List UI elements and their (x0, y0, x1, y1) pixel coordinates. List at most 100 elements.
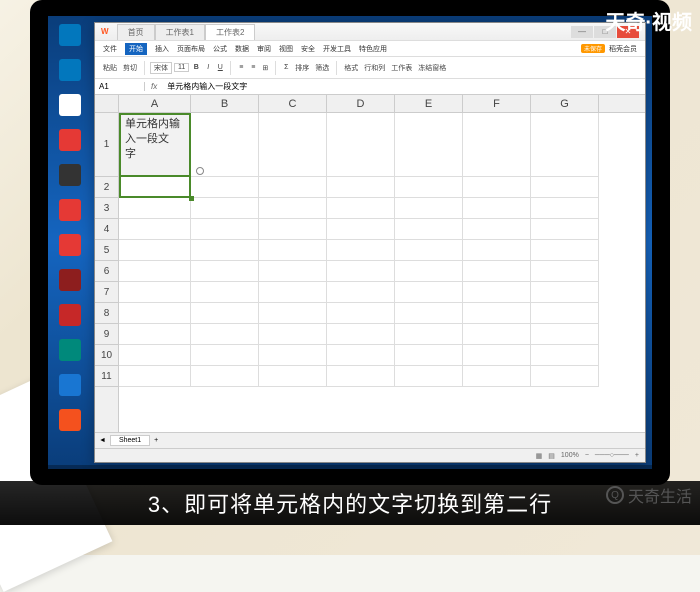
font-select[interactable]: 宋体 (150, 62, 172, 74)
row-header-4[interactable]: 4 (95, 219, 118, 240)
col-header-F[interactable]: F (463, 95, 531, 112)
app-logo-icon: W (101, 27, 109, 36)
menu-formula[interactable]: 公式 (213, 44, 227, 54)
underline-button[interactable]: U (215, 63, 225, 72)
row-header-10[interactable]: 10 (95, 345, 118, 366)
tab-doc1[interactable]: 工作表1 (155, 24, 205, 40)
sheet-area: A B C D E F G 1 2 3 4 5 6 7 (95, 95, 645, 432)
row-header-8[interactable]: 8 (95, 303, 118, 324)
desktop-icon[interactable] (52, 339, 88, 371)
unsaved-badge: 未保存 (581, 44, 605, 53)
select-all-corner[interactable] (95, 95, 119, 112)
menu-dev[interactable]: 开发工具 (323, 44, 351, 54)
row-header-1[interactable]: 1 (95, 113, 118, 177)
desktop-icon[interactable] (52, 199, 88, 231)
menu-start[interactable]: 开始 (125, 43, 147, 55)
column-headers: A B C D E F G (95, 95, 645, 113)
titlebar: W 首页 工作表1 工作表2 — □ ✕ (95, 23, 645, 41)
cell-A1-selected[interactable]: 单元格内输 入一段文 字 (119, 113, 191, 177)
watermark-icon: Q (606, 486, 624, 504)
tab-doc2-active[interactable]: 工作表2 (205, 24, 255, 40)
watermark-bottom-text: 天奇生活 (628, 483, 692, 507)
row-header-7[interactable]: 7 (95, 282, 118, 303)
watermark-bottom-right: Q 天奇生活 (606, 483, 692, 507)
desktop-taskbar[interactable] (48, 465, 652, 469)
sheet-tab-1[interactable]: Sheet1 (110, 435, 150, 446)
desktop-icon[interactable] (52, 164, 88, 196)
zoom-slider[interactable]: ───○─── (595, 452, 629, 459)
sum-button[interactable]: Σ (281, 63, 291, 72)
sort-button[interactable]: 排序 (293, 62, 311, 74)
view-normal-icon[interactable]: ▦ (536, 452, 543, 460)
monitor-frame: W 首页 工作表1 工作表2 — □ ✕ 文件 开始 插入 页面布局 公式 (30, 0, 670, 485)
row-header-11[interactable]: 11 (95, 366, 118, 387)
row-header-5[interactable]: 5 (95, 240, 118, 261)
desktop-icon[interactable] (52, 129, 88, 161)
menu-review[interactable]: 审阅 (257, 44, 271, 54)
menu-special[interactable]: 特色应用 (359, 44, 387, 54)
member-link[interactable]: 稻壳会员 (609, 44, 637, 54)
cut-button[interactable]: 剪切 (121, 62, 139, 74)
align-left-icon[interactable]: ≡ (236, 63, 246, 72)
menu-file[interactable]: 文件 (103, 44, 117, 54)
sheet-nav-prev-icon[interactable]: ◄ (99, 437, 106, 444)
desktop-icon[interactable] (52, 409, 88, 441)
bold-button[interactable]: B (191, 63, 201, 72)
zoom-in-icon[interactable]: + (635, 452, 639, 459)
merge-button[interactable]: ⊞ (260, 63, 270, 73)
col-header-D[interactable]: D (327, 95, 395, 112)
paste-button[interactable]: 粘贴 (101, 62, 119, 74)
col-header-B[interactable]: B (191, 95, 259, 112)
filter-button[interactable]: 筛选 (313, 62, 331, 74)
col-header-A[interactable]: A (119, 95, 191, 112)
row-header-3[interactable]: 3 (95, 198, 118, 219)
row-header-2[interactable]: 2 (95, 177, 118, 198)
tab-home[interactable]: 首页 (117, 24, 155, 40)
menubar: 文件 开始 插入 页面布局 公式 数据 审阅 视图 安全 开发工具 特色应用 未… (95, 41, 645, 57)
menu-insert[interactable]: 插入 (155, 44, 169, 54)
formula-input[interactable]: 单元格内输入一段文字 (163, 81, 645, 92)
sheet-tabs: ◄ Sheet1 + (95, 432, 645, 448)
desktop-icon[interactable] (52, 374, 88, 406)
add-sheet-icon[interactable]: + (154, 437, 158, 444)
desktop-icons-column (52, 24, 88, 441)
align-center-icon[interactable]: ≡ (248, 63, 258, 72)
zoom-level[interactable]: 100% (561, 452, 579, 459)
sheet-button[interactable]: 工作表 (389, 62, 414, 74)
row-header-9[interactable]: 9 (95, 324, 118, 345)
col-header-G[interactable]: G (531, 95, 599, 112)
selection-extension (119, 177, 191, 198)
sheet-body: 1 2 3 4 5 6 7 8 9 10 11 (95, 113, 645, 432)
format-button[interactable]: 格式 (342, 62, 360, 74)
rowcol-button[interactable]: 行和列 (362, 62, 387, 74)
view-page-icon[interactable]: ▤ (548, 452, 555, 460)
desktop-screen: W 首页 工作表1 工作表2 — □ ✕ 文件 开始 插入 页面布局 公式 (48, 16, 652, 469)
name-box[interactable]: A1 (95, 82, 145, 91)
fx-icon[interactable]: fx (145, 82, 163, 91)
menu-data[interactable]: 数据 (235, 44, 249, 54)
desktop-icon[interactable] (52, 304, 88, 336)
watermark-top-right: 天奇·视频 (605, 6, 692, 35)
row-header-6[interactable]: 6 (95, 261, 118, 282)
minimize-button[interactable]: — (571, 26, 593, 38)
menu-page[interactable]: 页面布局 (177, 44, 205, 54)
desktop-icon[interactable] (52, 269, 88, 301)
italic-button[interactable]: I (203, 63, 213, 72)
formula-bar: A1 fx 单元格内输入一段文字 (95, 79, 645, 95)
menu-view[interactable]: 视图 (279, 44, 293, 54)
desktop-icon[interactable] (52, 24, 88, 56)
toolbar: 粘贴 剪切 宋体 11 B I U ≡ ≡ ⊞ (95, 57, 645, 79)
fill-handle[interactable] (189, 196, 194, 201)
fontsize-select[interactable]: 11 (174, 63, 189, 72)
freeze-button[interactable]: 冻结窗格 (416, 62, 448, 74)
desktop-icon[interactable] (52, 59, 88, 91)
zoom-out-icon[interactable]: − (585, 452, 589, 459)
desktop-icon[interactable] (52, 94, 88, 126)
menu-security[interactable]: 安全 (301, 44, 315, 54)
cell-grid[interactable]: 单元格内输 入一段文 字 (119, 113, 645, 432)
desktop-icon[interactable] (52, 234, 88, 266)
col-header-E[interactable]: E (395, 95, 463, 112)
tutorial-caption: 3、即可将单元格内的文字切换到第二行 (0, 481, 700, 525)
document-tabs: 首页 工作表1 工作表2 (117, 24, 256, 40)
col-header-C[interactable]: C (259, 95, 327, 112)
